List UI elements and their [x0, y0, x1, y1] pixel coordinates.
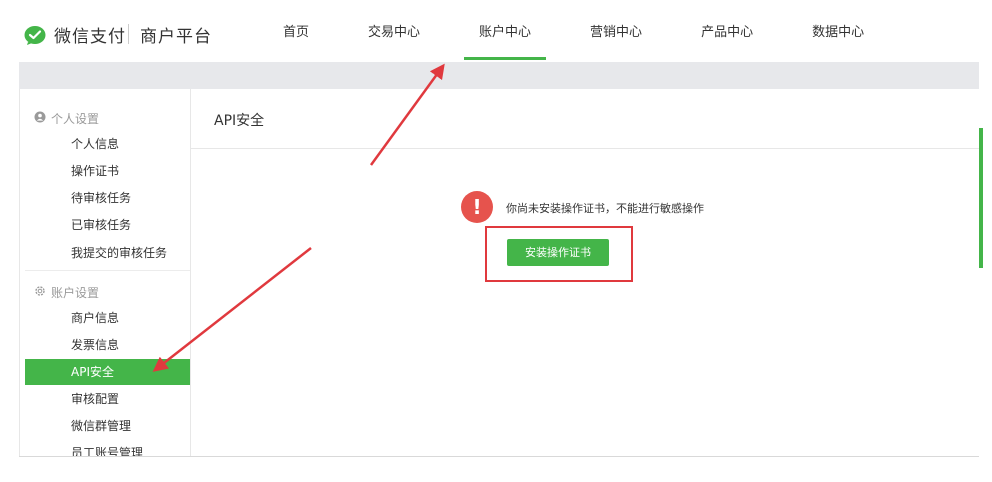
- warning-message: 你尚未安装操作证书，不能进行敏感操作: [506, 202, 704, 215]
- brand-subtitle: 商户平台: [140, 27, 212, 47]
- annotation-highlight-box: [485, 226, 633, 282]
- sidebar-item-my-submitted[interactable]: 我提交的审核任务: [25, 240, 190, 266]
- sidebar-group-personal-title: 个人设置: [51, 112, 100, 126]
- page-title: API安全: [214, 113, 265, 129]
- top-bar: 微信支付 商户平台 首页 交易中心 账户中心 营销中心 产品中心 数据中心: [0, 0, 992, 62]
- nav-data-center[interactable]: 数据中心: [797, 0, 879, 62]
- bottom-divider: [19, 456, 979, 457]
- main-nav: 首页 交易中心 账户中心 营销中心 产品中心 数据中心: [268, 0, 908, 62]
- header-gray-strip: [19, 62, 979, 89]
- brand-name: 微信支付: [54, 27, 126, 47]
- warning-icon: !: [461, 191, 493, 223]
- sidebar-item-invoice-info[interactable]: 发票信息: [25, 332, 190, 358]
- sidebar-item-staff-account[interactable]: 员工账号管理: [25, 440, 190, 456]
- sidebar-item-review-config[interactable]: 审核配置: [25, 386, 190, 412]
- nav-trade-center[interactable]: 交易中心: [353, 0, 435, 62]
- sidebar-item-pending-review[interactable]: 待审核任务: [25, 185, 190, 211]
- sidebar-item-personal-info[interactable]: 个人信息: [25, 131, 190, 157]
- nav-product-center[interactable]: 产品中心: [686, 0, 768, 62]
- sidebar-item-api-security[interactable]: API安全: [25, 359, 190, 385]
- gear-icon: [35, 286, 45, 296]
- sidebar-item-wechat-group[interactable]: 微信群管理: [25, 413, 190, 439]
- brand-separator: [128, 24, 129, 44]
- user-icon: [34, 111, 46, 123]
- sidebar-group-account-title: 账户设置: [51, 286, 100, 300]
- right-edge-accent: [979, 128, 983, 268]
- sidebar-item-reviewed[interactable]: 已审核任务: [25, 212, 190, 238]
- sidebar-item-merchant-info[interactable]: 商户信息: [25, 305, 190, 331]
- title-divider: [191, 148, 980, 149]
- nav-home[interactable]: 首页: [268, 0, 324, 62]
- nav-account-center[interactable]: 账户中心: [464, 0, 547, 62]
- nav-marketing-center[interactable]: 营销中心: [575, 0, 657, 62]
- sidebar-item-operation-cert[interactable]: 操作证书: [25, 158, 190, 184]
- sidebar: 个人设置 个人信息 操作证书 待审核任务 已审核任务 我提交的审核任务 账户设置…: [19, 89, 190, 456]
- sidebar-divider: [25, 270, 190, 271]
- wechat-pay-logo-icon: [24, 26, 46, 45]
